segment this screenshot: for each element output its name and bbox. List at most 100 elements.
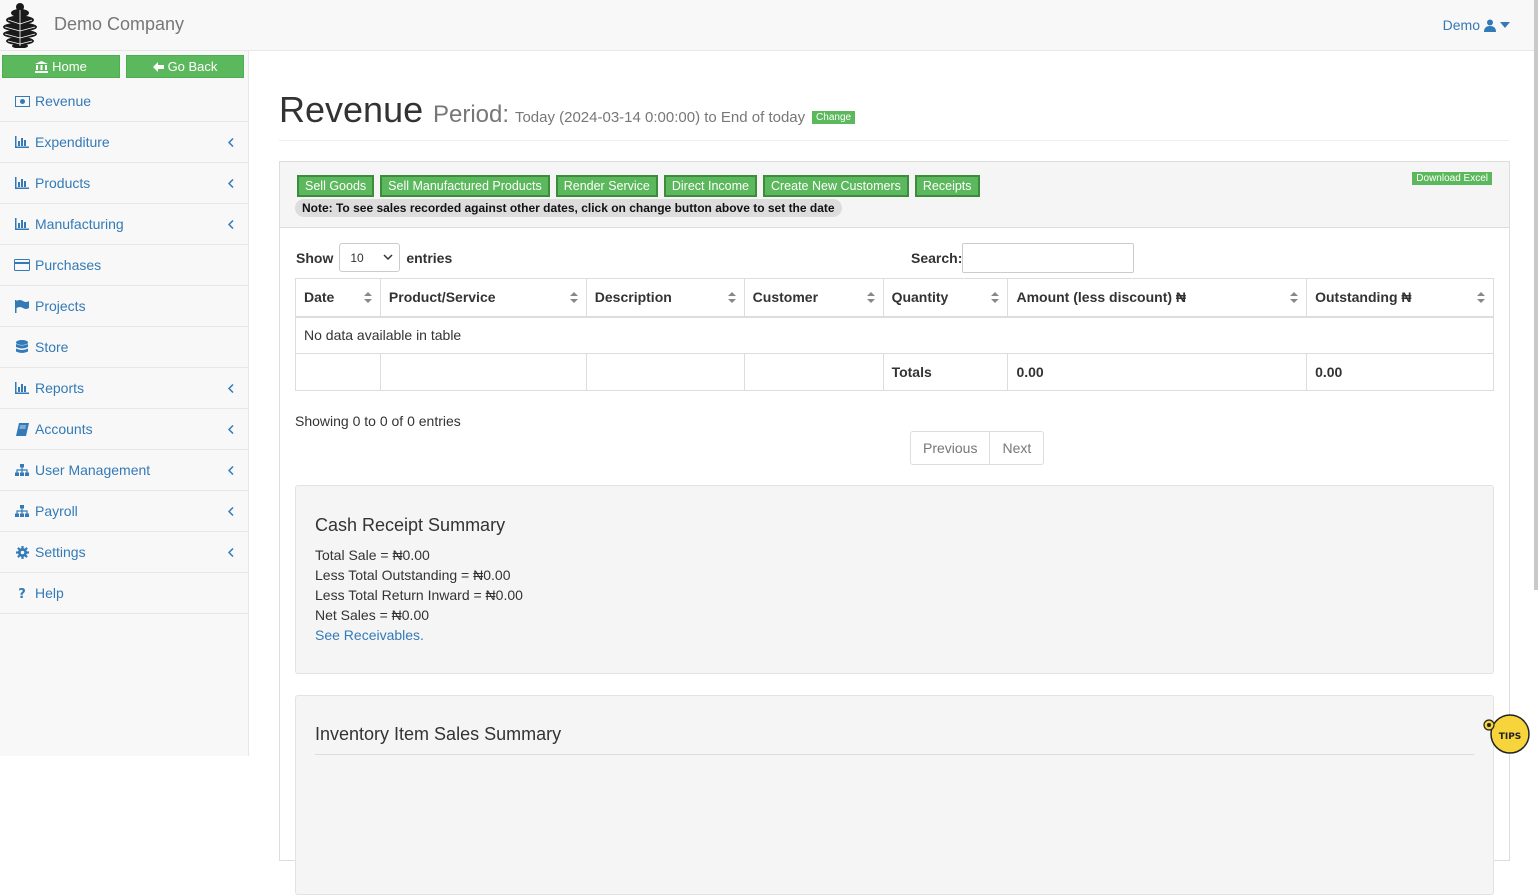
table-header-row: Date Product/Service Description Customer Qu… (295, 278, 1494, 318)
svg-text:?: ? (18, 587, 26, 600)
sidebar-item-label: Accounts (35, 421, 93, 437)
divider (315, 754, 1474, 755)
home-button[interactable]: Home (2, 55, 120, 78)
bar-chart-icon (14, 135, 30, 149)
pinecone-logo-icon[interactable] (0, 2, 40, 48)
column-header[interactable]: Date (295, 278, 381, 318)
see-receivables-link[interactable]: See Receivables. (315, 627, 424, 643)
sidebar-item-label: Revenue (35, 93, 92, 109)
cash-summary-title: Cash Receipt Summary (315, 515, 506, 535)
sidebar-item-label: Products (35, 175, 91, 191)
sidebar-item-revenue[interactable]: Revenue (0, 81, 248, 122)
column-header-label: Description (594, 289, 672, 306)
date-note-badge: Note: To see sales recorded against othe… (295, 199, 842, 217)
page-size-value: 10 (350, 250, 364, 265)
net-sales-line: Net Sales = ₦0.00 (315, 607, 430, 623)
download-excel-button[interactable]: Download Excel (1412, 172, 1492, 185)
sidebar-item-expenditure[interactable]: Expenditure (0, 122, 248, 163)
chevron-left-icon (227, 504, 234, 519)
column-header-label: Customer (752, 289, 819, 306)
page-scrollbar[interactable] (1534, 0, 1538, 590)
sidebar-item-reports[interactable]: Reports (0, 368, 248, 409)
sidebar-item-payroll[interactable]: Payroll (0, 491, 248, 532)
sidebar-item-manufacturing[interactable]: Manufacturing (0, 204, 248, 245)
sort-icon (990, 291, 1000, 307)
sidebar-item-user-management[interactable]: User Management (0, 450, 248, 491)
next-page-button[interactable]: Next (990, 431, 1045, 465)
sell-manufactured-products-button[interactable]: Sell Manufactured Products (380, 175, 550, 197)
sidebar-item-help[interactable]: ? Help (0, 573, 248, 614)
totals-cell-empty (295, 353, 381, 391)
page-header: Revenue Period: Today (2024-03-14 0:00:0… (279, 89, 1509, 141)
previous-page-button[interactable]: Previous (910, 431, 991, 465)
receipts-button[interactable]: Receipts (914, 175, 980, 197)
less-return-inward-line: Less Total Return Inward = ₦0.00 (315, 587, 523, 603)
quick-tips-icon[interactable]: TIPS (1481, 711, 1535, 756)
sort-icon (727, 291, 737, 307)
period-text: Today (2024-03-14 0:00:00) to End of tod… (514, 109, 806, 126)
sidebar-item-settings[interactable]: Settings (0, 532, 248, 573)
chevron-left-icon (227, 217, 234, 232)
sidebar-item-label: Manufacturing (35, 216, 124, 232)
sort-icon (866, 291, 876, 307)
go-back-button[interactable]: Go Back (126, 55, 244, 78)
total-amount: 0.00 (1007, 353, 1308, 391)
column-header[interactable]: Description (585, 278, 745, 318)
sidebar-item-projects[interactable]: Projects (0, 286, 248, 327)
caret-down-icon (1500, 22, 1510, 28)
page-size-select[interactable]: 10 (339, 243, 401, 272)
period-label: Period: (433, 101, 510, 128)
create-new-customers-button[interactable]: Create New Customers (762, 175, 909, 197)
column-header[interactable]: Amount (less discount) ₦ (1007, 278, 1308, 318)
user-menu[interactable]: Demo (1443, 17, 1510, 33)
sidebar-menu: Revenue Expenditure Products Manufacturing P… (0, 81, 248, 614)
change-period-button[interactable]: Change (812, 111, 856, 124)
gear-icon (14, 545, 30, 559)
credit-card-icon (14, 258, 30, 272)
sidebar-item-label: Help (35, 585, 64, 601)
chevron-left-icon (227, 422, 234, 437)
sell-goods-button[interactable]: Sell Goods (297, 175, 375, 197)
chevron-left-icon (227, 463, 234, 478)
column-header-label: Date (304, 289, 335, 306)
column-header[interactable]: Customer (743, 278, 884, 318)
totals-cell-empty (585, 353, 745, 391)
go-back-label: Go Back (167, 59, 218, 74)
inventory-sales-summary: Inventory Item Sales Summary (295, 695, 1494, 895)
direct-income-button[interactable]: Direct Income (663, 175, 757, 197)
chevron-left-icon (227, 545, 234, 560)
money-icon (14, 94, 30, 108)
chevron-left-icon (227, 176, 234, 191)
entries-label: entries (406, 249, 453, 266)
column-header[interactable]: Product/Service (379, 278, 587, 318)
show-entries-control: Show 10 entries (296, 243, 452, 272)
database-icon (14, 340, 30, 354)
search-input[interactable] (962, 243, 1135, 273)
page-title: Revenue (279, 89, 424, 130)
column-header-label: Product/Service (388, 289, 496, 306)
totals-cell-empty (379, 353, 587, 391)
sidebar-item-store[interactable]: Store (0, 327, 248, 368)
table-info: Showing 0 to 0 of 0 entries (295, 413, 461, 429)
bar-chart-icon (14, 217, 30, 231)
question-icon: ? (14, 586, 30, 600)
totals-cell-empty (743, 353, 884, 391)
sort-icon (363, 291, 373, 307)
total-sale-line: Total Sale = ₦0.00 (315, 547, 430, 563)
svg-text:TIPS: TIPS (1499, 732, 1522, 742)
sidebar-item-products[interactable]: Products (0, 163, 248, 204)
column-header-label: Amount (less discount) ₦ (1016, 289, 1187, 306)
show-label: Show (296, 249, 334, 266)
company-name[interactable]: Demo Company (54, 14, 184, 35)
sidebar-item-label: Payroll (35, 503, 78, 519)
search-label: Search: (911, 250, 963, 266)
column-header-label: Outstanding ₦ (1315, 289, 1412, 306)
sidebar-item-purchases[interactable]: Purchases (0, 245, 248, 286)
column-header[interactable]: Quantity (882, 278, 1009, 318)
totals-row: Totals 0.00 0.00 (295, 353, 1494, 391)
column-header[interactable]: Outstanding ₦ (1306, 278, 1494, 318)
render-service-button[interactable]: Render Service (555, 175, 658, 197)
chevron-left-icon (227, 135, 234, 150)
sidebar-item-accounts[interactable]: Accounts (0, 409, 248, 450)
top-navbar: Demo Company Demo (0, 0, 1538, 51)
